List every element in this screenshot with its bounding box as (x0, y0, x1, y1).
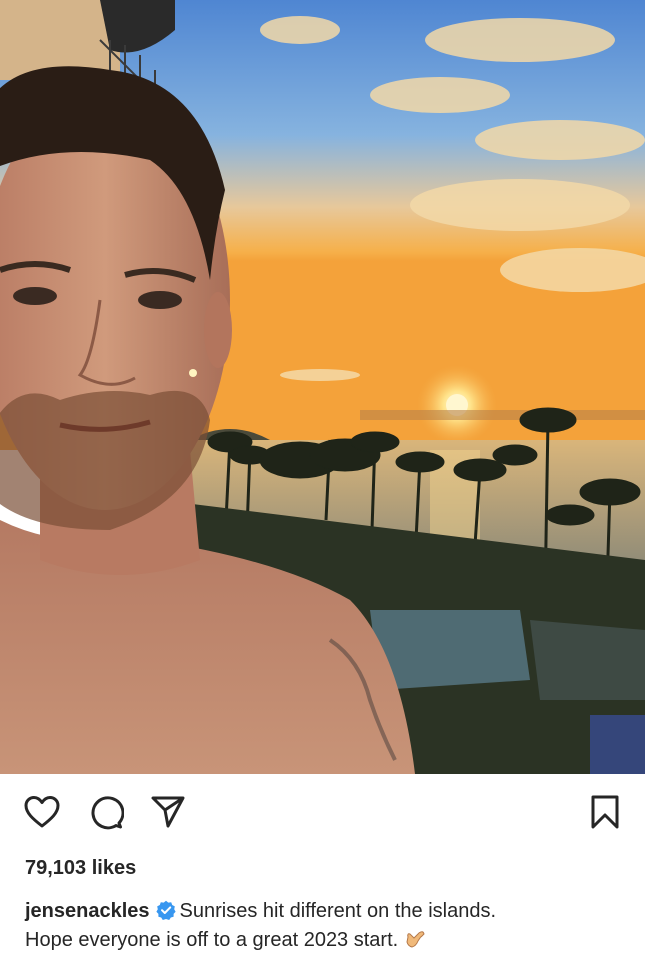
heart-icon[interactable] (22, 792, 62, 832)
caption-line-2: Hope everyone is off to a great 2023 sta… (25, 926, 625, 955)
caption-text-line2: Hope everyone is off to a great 2023 sta… (25, 929, 399, 951)
bookmark-icon[interactable] (585, 792, 625, 832)
caption-text-line1: Sunrises hit different on the islands. (179, 900, 497, 922)
post-action-bar (0, 774, 645, 854)
caption-line-1: jensenackles Sunrises hit different on th… (25, 897, 625, 926)
post-caption: jensenackles Sunrises hit different on th… (25, 897, 625, 955)
call-me-hand-emoji-icon (404, 928, 426, 950)
caption-username[interactable]: jensenackles (25, 900, 150, 922)
post-photo[interactable] (0, 0, 645, 774)
send-icon[interactable] (148, 792, 188, 832)
verified-badge-icon (155, 900, 176, 920)
likes-count[interactable]: 79,103 likes (25, 857, 136, 880)
comment-icon[interactable] (86, 792, 126, 832)
